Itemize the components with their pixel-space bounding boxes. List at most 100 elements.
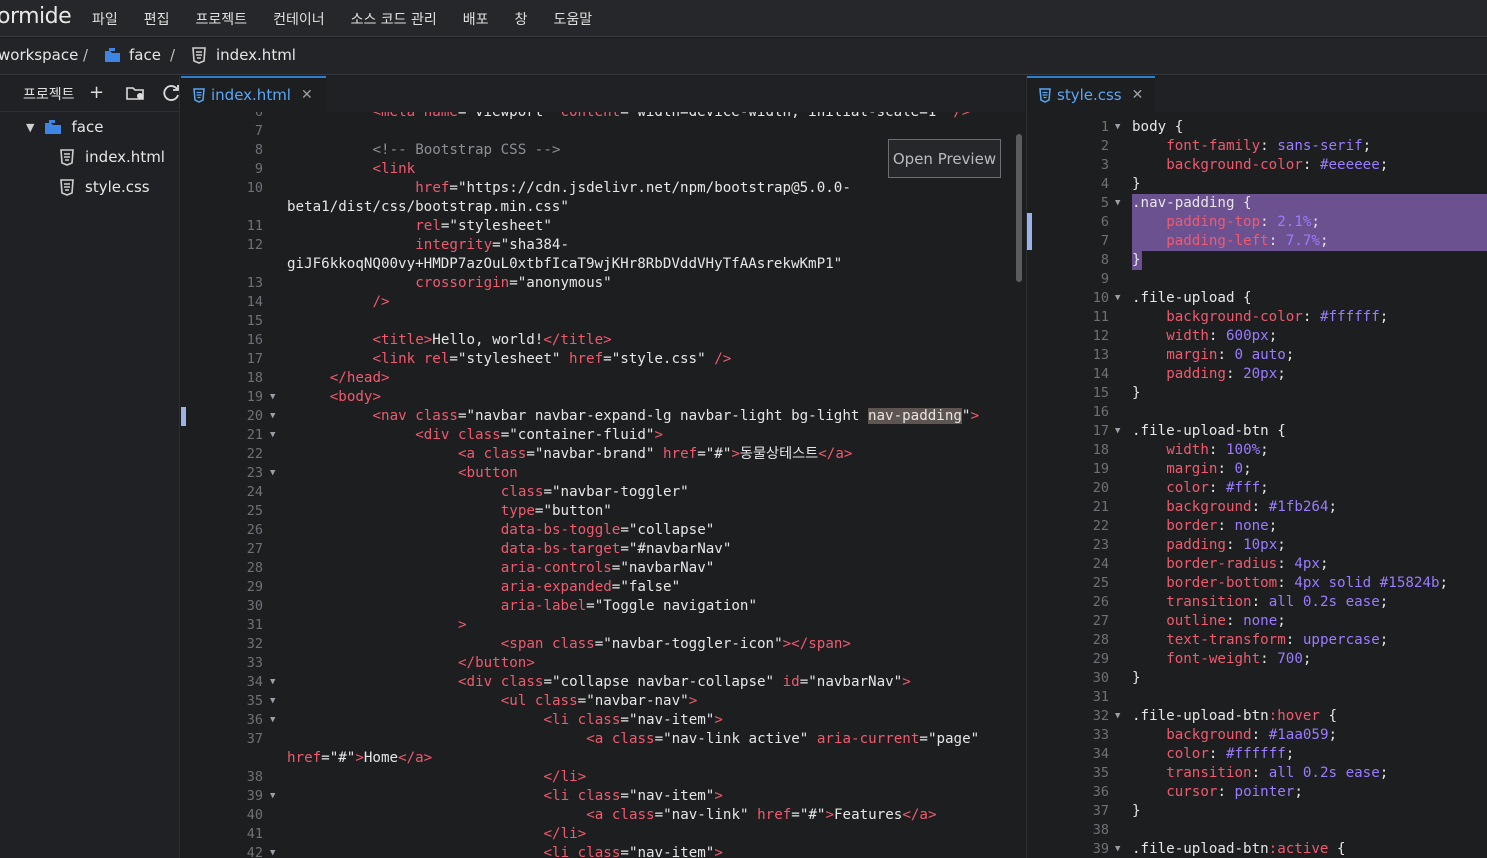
code-token: : bbox=[1251, 727, 1269, 743]
line-number: 14 bbox=[246, 294, 263, 310]
menu-edit[interactable]: 편집 bbox=[144, 9, 170, 29]
code-text: data-bs-target="#navbarNav" bbox=[501, 540, 732, 559]
close-icon[interactable]: ✕ bbox=[1132, 87, 1144, 103]
code-token: ; bbox=[1362, 138, 1372, 154]
line-number: 15 bbox=[1092, 385, 1109, 401]
menu-project[interactable]: 프로젝트 bbox=[196, 9, 248, 29]
code-token: aria-label bbox=[500, 598, 587, 614]
tab-style-css[interactable]: style.css ✕ bbox=[1027, 76, 1155, 112]
fold-toggle-icon[interactable]: ▼ bbox=[270, 673, 275, 692]
code-text: padding: 20px; bbox=[1166, 365, 1286, 384]
code-token: "https://cdn.jsdelivr.net/npm/bootstrap@… bbox=[457, 180, 851, 196]
code-line: 2 font-family: sans-serif; bbox=[1027, 137, 1487, 156]
breadcrumb-file[interactable]: index.html bbox=[192, 46, 296, 64]
code-token: <ul bbox=[500, 693, 535, 709]
code-token: "#" bbox=[799, 807, 826, 823]
code-token: </li> bbox=[543, 769, 587, 785]
breadcrumb: workspace / face / index.html bbox=[0, 38, 1487, 75]
code-text: </head> bbox=[330, 369, 390, 388]
menu-help[interactable]: 도움말 bbox=[553, 9, 592, 29]
code-text: body { bbox=[1132, 118, 1183, 137]
open-preview-button[interactable]: Open Preview bbox=[888, 139, 1001, 178]
line-number: 10 bbox=[1092, 290, 1109, 306]
tree-file-index-html[interactable]: index.html bbox=[60, 148, 165, 166]
code-text: outline: none; bbox=[1166, 612, 1286, 631]
fold-toggle-icon[interactable]: ▼ bbox=[270, 426, 275, 445]
fold-toggle-icon[interactable]: ▼ bbox=[1115, 422, 1120, 441]
code-token: ; bbox=[1277, 366, 1286, 382]
code-line: 20 ▼ <nav class="navbar navbar-expand-lg n… bbox=[181, 407, 1025, 426]
add-icon[interactable]: + bbox=[89, 83, 104, 103]
line-number bbox=[221, 198, 263, 217]
new-folder-icon[interactable] bbox=[126, 85, 145, 106]
code-text: } bbox=[1132, 384, 1141, 403]
fold-toggle-icon[interactable]: ▼ bbox=[270, 711, 275, 730]
line-number: 40 bbox=[246, 807, 263, 823]
code-token: background bbox=[1166, 499, 1252, 515]
app-logo[interactable]: ormide bbox=[0, 4, 72, 29]
code-text: padding-left: 7.7%; bbox=[1166, 232, 1328, 251]
code-text: aria-label="Toggle navigation" bbox=[501, 597, 757, 616]
code-token: id bbox=[782, 674, 800, 690]
menu-deploy[interactable]: 배포 bbox=[463, 9, 489, 29]
line-number: 37 bbox=[1092, 803, 1109, 819]
code-token: "navbar navbar-expand-lg navbar-light bg… bbox=[466, 408, 868, 424]
menu-file[interactable]: 파일 bbox=[92, 9, 118, 29]
code-text: aria-controls="navbarNav" bbox=[501, 559, 715, 578]
code-token: background bbox=[1166, 727, 1252, 743]
line-number: 29 bbox=[1092, 651, 1109, 667]
code-token: ; bbox=[1319, 233, 1329, 249]
code-line: 42 ▼ <li class="nav-item"> bbox=[181, 844, 1025, 858]
fold-toggle-icon[interactable]: ▼ bbox=[270, 692, 275, 711]
fold-toggle-icon[interactable]: ▼ bbox=[1115, 194, 1120, 213]
fold-toggle-icon[interactable]: ▼ bbox=[1115, 289, 1120, 308]
fold-toggle-icon[interactable]: ▼ bbox=[270, 787, 275, 806]
code-line: 32 <span class="navbar-toggler-icon"></sp… bbox=[181, 635, 1025, 654]
tab-index-html[interactable]: index.html ✕ bbox=[181, 76, 326, 112]
menu-container[interactable]: 컨테이너 bbox=[273, 9, 325, 29]
menu-source-control[interactable]: 소스 코드 관리 bbox=[351, 9, 437, 29]
fold-toggle-icon[interactable]: ▼ bbox=[1115, 707, 1120, 726]
code-token: ; bbox=[1260, 480, 1269, 496]
code-token: :hover bbox=[1268, 708, 1320, 724]
fold-toggle-icon[interactable]: ▼ bbox=[1115, 118, 1120, 137]
line-number: 37 bbox=[246, 731, 263, 747]
fold-toggle-icon[interactable]: ▼ bbox=[1115, 840, 1120, 858]
scrollbar-thumb[interactable] bbox=[1016, 134, 1022, 282]
code-token: "navbarNav" bbox=[808, 674, 903, 690]
code-text: > bbox=[458, 616, 467, 635]
line-number bbox=[221, 749, 263, 768]
code-token: class bbox=[500, 484, 544, 500]
menu-window[interactable]: 창 bbox=[515, 9, 528, 29]
code-token: "nav-item" bbox=[628, 712, 715, 728]
code-token: </title> bbox=[543, 332, 612, 348]
code-token: ; bbox=[1294, 784, 1303, 800]
code-area[interactable]: 1 ▼ body {2 font-family: sans-serif; 3 backgr… bbox=[1027, 112, 1487, 858]
fold-toggle-icon[interactable]: ▼ bbox=[270, 388, 275, 407]
close-icon[interactable]: ✕ bbox=[301, 87, 313, 103]
code-token: 700 bbox=[1277, 651, 1303, 667]
tree-folder-face[interactable]: ▼ face bbox=[26, 118, 103, 136]
tab-bar: index.html ✕ bbox=[181, 76, 1025, 112]
code-line: 18 width: 100%; bbox=[1027, 441, 1487, 460]
code-token: <a bbox=[586, 731, 612, 747]
html-file-icon bbox=[193, 87, 205, 103]
code-token: ; bbox=[1379, 632, 1389, 648]
code-token: ; bbox=[1277, 537, 1286, 553]
code-line: 20 color: #fff; bbox=[1027, 479, 1487, 498]
fold-toggle-icon[interactable]: ▼ bbox=[270, 844, 275, 858]
breadcrumb-folder[interactable]: face bbox=[104, 46, 161, 64]
tree-file-style-css[interactable]: style.css bbox=[60, 178, 150, 196]
code-token: data-bs-toggle bbox=[500, 522, 621, 538]
refresh-icon[interactable] bbox=[163, 84, 180, 107]
code-text: rel="stylesheet" bbox=[415, 217, 552, 236]
fold-toggle-icon[interactable]: ▼ bbox=[270, 407, 275, 426]
code-area[interactable]: 6 <meta name = "viewport" content = "width=de… bbox=[181, 112, 1025, 858]
code-token: 100% bbox=[1226, 442, 1261, 458]
fold-toggle-icon[interactable]: ▼ bbox=[270, 464, 275, 483]
code-line: 24 border-radius: 4px; bbox=[1027, 555, 1487, 574]
breadcrumb-workspace[interactable]: workspace bbox=[0, 46, 78, 64]
line-number: 36 bbox=[246, 712, 263, 728]
code-token: /> bbox=[372, 294, 390, 310]
code-text: width: 600px; bbox=[1166, 327, 1277, 346]
